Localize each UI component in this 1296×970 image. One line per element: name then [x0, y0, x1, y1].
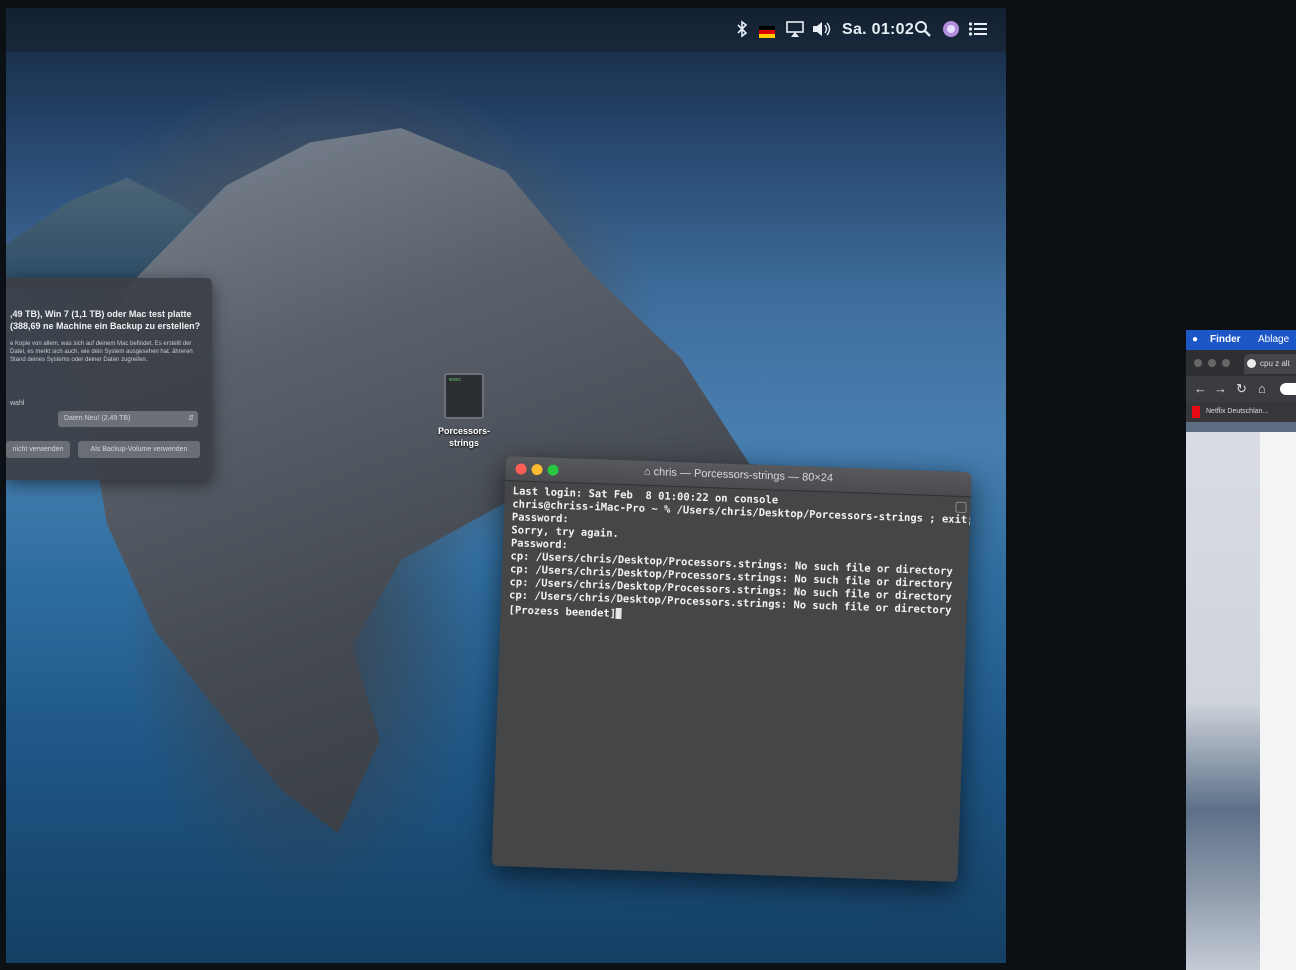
menubar-clock[interactable]: Sa. 01:02 [842, 20, 914, 40]
siri-icon[interactable] [942, 20, 960, 40]
second-monitor-menubar: ● Finder Ablage [1186, 330, 1296, 350]
terminal-window[interactable]: ⌂ chris — Porcessors-strings — 80×24 Las… [491, 456, 972, 883]
text-cursor [615, 607, 623, 620]
backup-disk-select[interactable]: Daten Neu! (2,49 TB) ⇵ [58, 411, 198, 427]
dialog-description: e Kopie von allem, was sich auf deinem M… [10, 341, 193, 363]
time-machine-dialog: ,49 TB), Win 7 (1,1 TB) oder Mac test pl… [6, 278, 212, 480]
main-monitor-desktop: Sa. 01:02 ,49 TB), Win 7 (1,1 TB) oder M… [6, 8, 1006, 963]
process-ended-text: [Prozess beendet] [508, 604, 617, 620]
dont-use-button[interactable]: nicht verwenden [6, 441, 70, 458]
forward-icon[interactable]: → [1214, 376, 1227, 402]
back-icon[interactable]: ← [1194, 376, 1207, 402]
backup-disk-select-value: Daten Neu! (2,49 TB) [64, 415, 131, 422]
airplay-icon[interactable] [786, 20, 804, 40]
tab-favicon-icon [1247, 359, 1256, 368]
unix-executable-icon: exec [444, 373, 484, 419]
desktop-file-label: Porcessors-strings [437, 426, 491, 448]
chevron-updown-icon: ⇵ [188, 415, 194, 422]
browser-page [1260, 432, 1296, 970]
second-monitor: ● Finder Ablage cpu z alt ← → ↻ ⌂ Netfli… [1186, 330, 1296, 970]
minimize-button[interactable] [1208, 359, 1216, 367]
bookmark-netflix[interactable]: Netflix Deutschlan... [1206, 402, 1268, 422]
browser-content-image [1186, 432, 1260, 970]
ablage-menu[interactable]: Ablage [1258, 330, 1289, 350]
notification-center-icon[interactable] [968, 20, 988, 40]
finder-menu[interactable]: Finder [1210, 330, 1241, 350]
volume-icon[interactable] [812, 20, 832, 40]
home-icon: ⌂ [643, 465, 654, 479]
menu-bar: Sa. 01:02 [6, 8, 1006, 52]
reload-icon[interactable]: ↻ [1236, 376, 1247, 402]
apple-icon[interactable]: ● [1192, 330, 1198, 350]
address-bar[interactable] [1280, 383, 1296, 395]
bookmarks-bar: Netflix Deutschlan... [1186, 402, 1296, 422]
use-as-backup-button[interactable]: Als Backup-Volume verwenden [78, 441, 200, 458]
terminal-output[interactable]: Last login: Sat Feb 8 01:00:22 on consol… [500, 481, 971, 637]
browser-tab[interactable]: cpu z alt [1244, 354, 1296, 374]
browser-tab-label: cpu z alt [1260, 359, 1290, 368]
spotlight-icon[interactable] [914, 20, 932, 40]
maximize-button[interactable] [1222, 359, 1230, 367]
scroll-marker-icon[interactable] [955, 501, 967, 514]
backup-disk-label: wahl [10, 400, 25, 407]
browser-navbar: ← → ↻ ⌂ [1186, 376, 1296, 402]
close-button[interactable] [1194, 359, 1202, 367]
bluetooth-icon[interactable] [736, 20, 748, 40]
netflix-icon [1192, 406, 1200, 418]
exec-badge: exec [449, 377, 462, 383]
browser-tabbar: cpu z alt [1186, 350, 1296, 376]
terminal-title-text: chris — Porcessors-strings — 80×24 [653, 466, 834, 485]
german-flag-icon[interactable] [759, 26, 775, 38]
desktop-file-icon[interactable]: exec Porcessors-strings [436, 373, 492, 449]
home-icon[interactable]: ⌂ [1258, 376, 1266, 402]
dialog-title: ,49 TB), Win 7 (1,1 TB) oder Mac test pl… [10, 309, 201, 331]
